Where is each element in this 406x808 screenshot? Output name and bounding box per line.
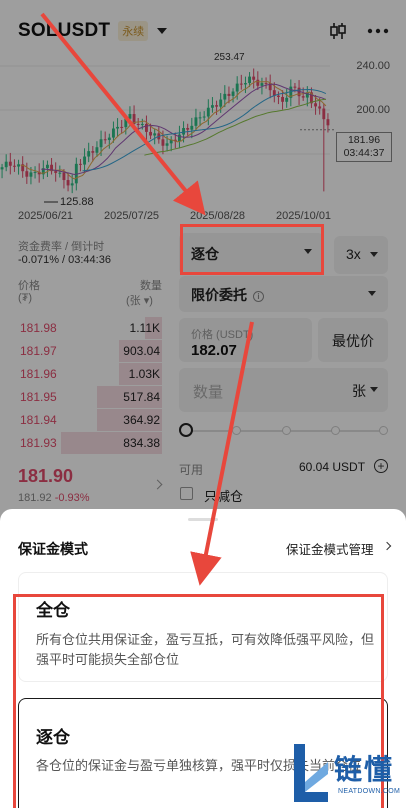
watermark-subtext: NEATDOWN.COM	[338, 788, 401, 795]
margin-mode-manage-link[interactable]: 保证金模式管理	[286, 539, 374, 558]
annotation-box-margin-select	[180, 224, 324, 275]
watermark-logo: 链懂 NEATDOWN.COM	[288, 738, 406, 808]
watermark-text: 链懂	[334, 754, 395, 785]
sheet-title: 保证金模式	[18, 541, 88, 557]
sheet-handle[interactable]	[188, 518, 218, 521]
chevron-right-icon[interactable]	[382, 541, 392, 551]
brand-logo-icon	[294, 744, 328, 802]
